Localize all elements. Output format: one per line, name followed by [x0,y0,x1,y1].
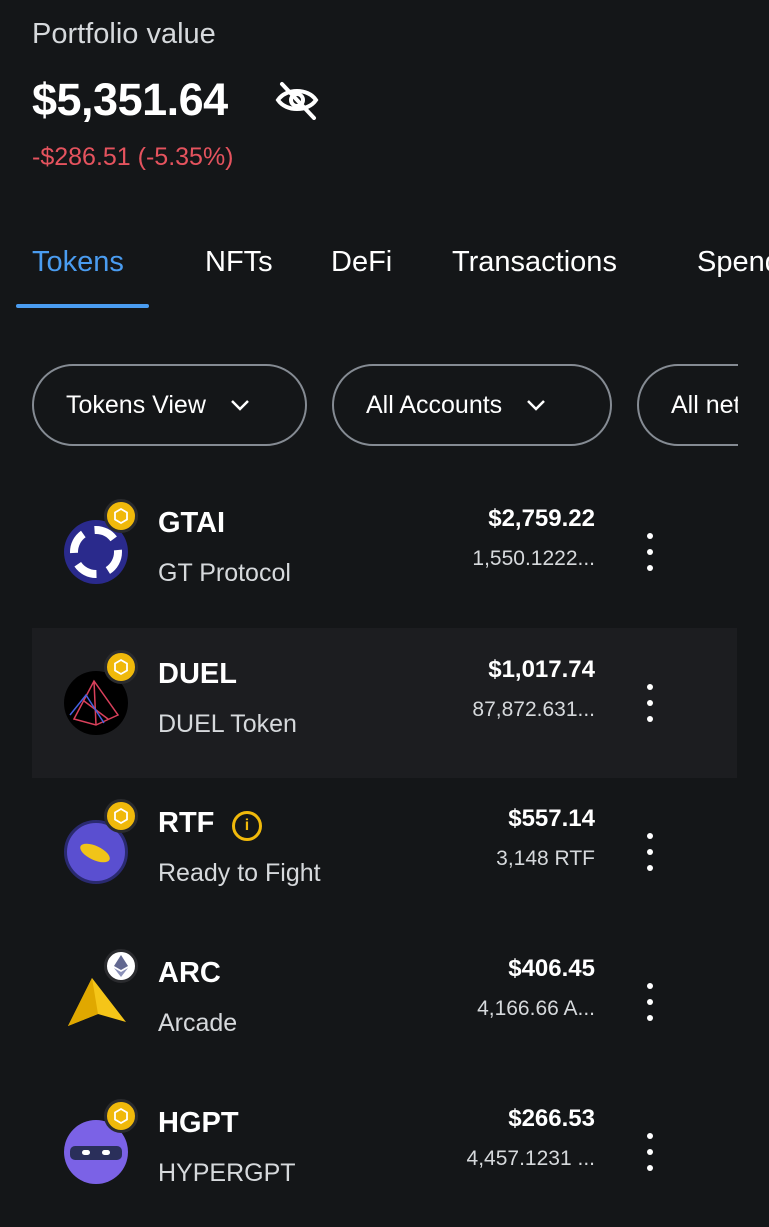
token-amount: 3,148 RTF [496,847,595,870]
chevron-down-icon [527,400,546,411]
token-symbol: ARC [158,957,221,989]
more-options-icon[interactable] [642,1133,658,1171]
token-row-arc[interactable]: ARC Arcade $406.45 4,166.66 A... [32,927,737,1077]
token-amount: 4,457.1231 ... [466,1147,595,1170]
tab-transactions[interactable]: Transactions [452,246,617,279]
bnb-network-icon [104,799,138,833]
tab-bar: Tokens NFTs DeFi Transactions Spending [0,0,769,320]
token-fiat-value: $1,017.74 [488,656,595,683]
tab-nfts[interactable]: NFTs [205,246,273,279]
more-options-icon[interactable] [642,533,658,571]
token-fiat-value: $557.14 [508,805,595,832]
token-name: GT Protocol [158,559,291,587]
tab-tokens[interactable]: Tokens [32,246,124,279]
bnb-network-icon [104,1099,138,1133]
tab-defi[interactable]: DeFi [331,246,392,279]
token-name: Ready to Fight [158,859,321,887]
token-row-rtf[interactable]: RTF i Ready to Fight $557.14 3,148 RTF [32,777,737,927]
token-fiat-value: $2,759.22 [488,505,595,532]
tab-spending[interactable]: Spending [697,246,769,279]
token-row-duel[interactable]: DUEL DUEL Token $1,017.74 87,872.631... [32,628,737,778]
active-tab-indicator [16,304,149,308]
token-name: DUEL Token [158,710,297,738]
info-icon[interactable]: i [232,811,262,841]
bnb-network-icon [104,650,138,684]
more-options-icon[interactable] [642,983,658,1021]
bnb-network-icon [104,499,138,533]
accounts-dropdown[interactable]: All Accounts [332,364,612,446]
token-symbol: HGPT [158,1107,239,1139]
accounts-label: All Accounts [366,390,503,419]
token-row-gtai[interactable]: GTAI GT Protocol $2,759.22 1,550.1222... [32,477,737,627]
networks-label: All networks [671,390,738,419]
tokens-view-dropdown[interactable]: Tokens View [32,364,307,446]
more-options-icon[interactable] [642,833,658,871]
chevron-down-icon [231,400,249,411]
token-symbol: DUEL [158,658,237,690]
token-symbol: GTAI [158,507,226,539]
token-symbol: RTF [158,807,215,839]
networks-dropdown[interactable]: All networks [637,364,738,446]
ethereum-network-icon [104,949,138,983]
token-fiat-value: $406.45 [508,955,595,982]
token-amount: 4,166.66 A... [477,997,595,1020]
token-fiat-value: $266.53 [508,1105,595,1132]
filter-bar: Tokens View All Accounts All networks [0,364,738,448]
token-name: Arcade [158,1009,238,1037]
token-name: HYPERGPT [158,1159,296,1187]
more-options-icon[interactable] [642,684,658,722]
tokens-view-label: Tokens View [66,390,206,419]
token-amount: 1,550.1222... [472,547,595,570]
token-amount: 87,872.631... [472,698,595,721]
token-row-hgpt[interactable]: HGPT HYPERGPT $266.53 4,457.1231 ... [32,1077,737,1227]
